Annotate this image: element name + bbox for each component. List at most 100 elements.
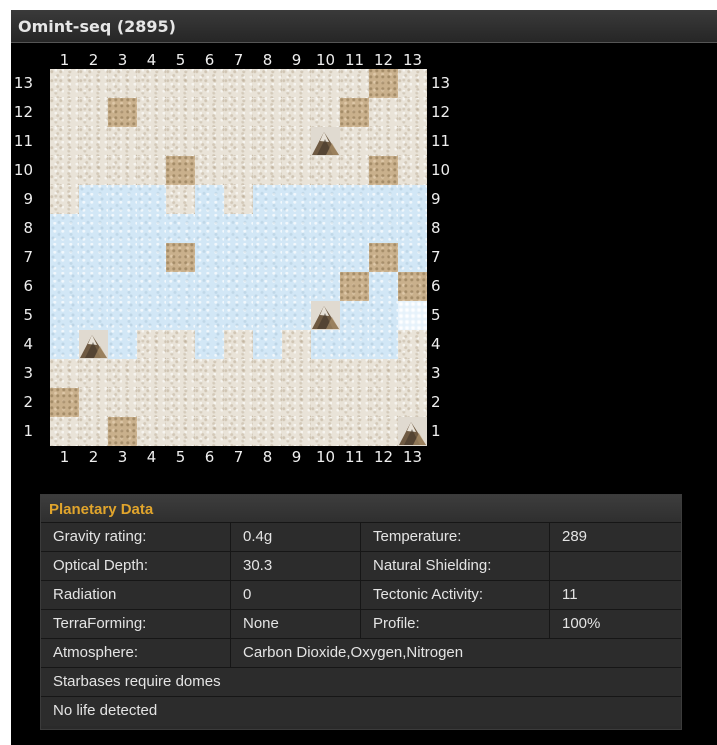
water-tile: [50, 330, 79, 359]
land-tile: [282, 359, 311, 388]
row-label-right: 11: [431, 132, 451, 150]
profile-label: Profile:: [361, 610, 550, 638]
land-tile: [398, 330, 427, 359]
planet-title: Omint-seq (2895): [18, 17, 176, 36]
water-tile: [282, 272, 311, 301]
land-tile: [311, 98, 340, 127]
column-label-top: 9: [291, 51, 302, 69]
water-tile: [79, 185, 108, 214]
data-row-terraforming: TerraForming: None Profile: 100%: [41, 610, 681, 639]
water-tile: [340, 330, 369, 359]
water-tile: [108, 272, 137, 301]
column-label-bottom: 1: [59, 448, 70, 466]
column-label-top: 5: [175, 51, 186, 69]
land-tile: [340, 359, 369, 388]
rock-tile: [108, 98, 137, 127]
land-tile: [253, 156, 282, 185]
land-tile: [50, 69, 79, 98]
column-label-bottom: 3: [117, 448, 128, 466]
land-tile: [108, 127, 137, 156]
water-tile: [108, 214, 137, 243]
rock-tile: [369, 69, 398, 98]
land-tile: [282, 156, 311, 185]
gravity-value: 0.4g: [231, 523, 361, 551]
land-tile: [398, 69, 427, 98]
tectonic-activity-label: Tectonic Activity:: [361, 581, 550, 609]
terraforming-label: TerraForming:: [41, 610, 231, 638]
water-tile: [195, 301, 224, 330]
land-tile: [311, 388, 340, 417]
rock-tile: [50, 388, 79, 417]
land-tile: [195, 69, 224, 98]
water-tile: [340, 243, 369, 272]
land-tile: [195, 417, 224, 446]
land-tile: [50, 417, 79, 446]
land-tile: [282, 330, 311, 359]
row-label-left: 11: [13, 132, 33, 150]
rock-tile: [166, 156, 195, 185]
land-tile: [253, 98, 282, 127]
water-tile: [253, 330, 282, 359]
mountain-tile: [79, 330, 108, 359]
water-tile: [311, 272, 340, 301]
land-tile: [253, 69, 282, 98]
row-label-right: 10: [431, 161, 451, 179]
water-tile: [79, 214, 108, 243]
water-tile: [79, 243, 108, 272]
land-tile: [253, 388, 282, 417]
land-tile: [137, 127, 166, 156]
column-label-bottom: 13: [402, 448, 423, 466]
water-tile: [166, 301, 195, 330]
column-label-top: 10: [315, 51, 336, 69]
land-tile: [195, 156, 224, 185]
water-tile: [311, 185, 340, 214]
atmosphere-label: Atmosphere:: [41, 639, 231, 667]
life-note: No life detected: [53, 702, 158, 719]
land-tile: [224, 330, 253, 359]
column-label-top: 4: [146, 51, 157, 69]
land-tile: [224, 127, 253, 156]
land-tile: [369, 417, 398, 446]
land-tile: [369, 359, 398, 388]
rock-tile: [369, 243, 398, 272]
row-label-right: 2: [431, 393, 441, 411]
land-tile: [50, 127, 79, 156]
row-label-left: 10: [13, 161, 33, 179]
water-tile: [108, 330, 137, 359]
column-label-bottom: 12: [373, 448, 394, 466]
water-tile: [195, 272, 224, 301]
water-tile: [340, 214, 369, 243]
land-tile: [224, 185, 253, 214]
water-tile: [282, 214, 311, 243]
natural-shielding-value: [550, 552, 681, 580]
land-tile: [224, 98, 253, 127]
temperature-label: Temperature:: [361, 523, 550, 551]
water-tile: [340, 301, 369, 330]
land-tile: [108, 388, 137, 417]
column-label-bottom: 4: [146, 448, 157, 466]
land-tile: [195, 388, 224, 417]
column-label-bottom: 6: [204, 448, 215, 466]
land-tile: [311, 417, 340, 446]
rock-tile: [340, 272, 369, 301]
water-tile: [282, 185, 311, 214]
column-label-top: 7: [233, 51, 244, 69]
water-tile: [253, 301, 282, 330]
column-label-top: 13: [402, 51, 423, 69]
water-tile: [137, 214, 166, 243]
column-label-bottom: 11: [344, 448, 365, 466]
profile-value: 100%: [562, 615, 601, 632]
land-tile: [137, 417, 166, 446]
row-label-left: 13: [13, 74, 33, 92]
data-row-starbase-note: Starbases require domes: [41, 668, 681, 697]
water-tile: [50, 243, 79, 272]
land-tile: [253, 417, 282, 446]
water-tile: [398, 185, 427, 214]
land-tile: [398, 156, 427, 185]
water-tile: [253, 185, 282, 214]
water-tile: [50, 301, 79, 330]
land-tile: [166, 69, 195, 98]
land-tile: [79, 98, 108, 127]
water-tile: [282, 243, 311, 272]
row-label-left: 2: [23, 393, 33, 411]
